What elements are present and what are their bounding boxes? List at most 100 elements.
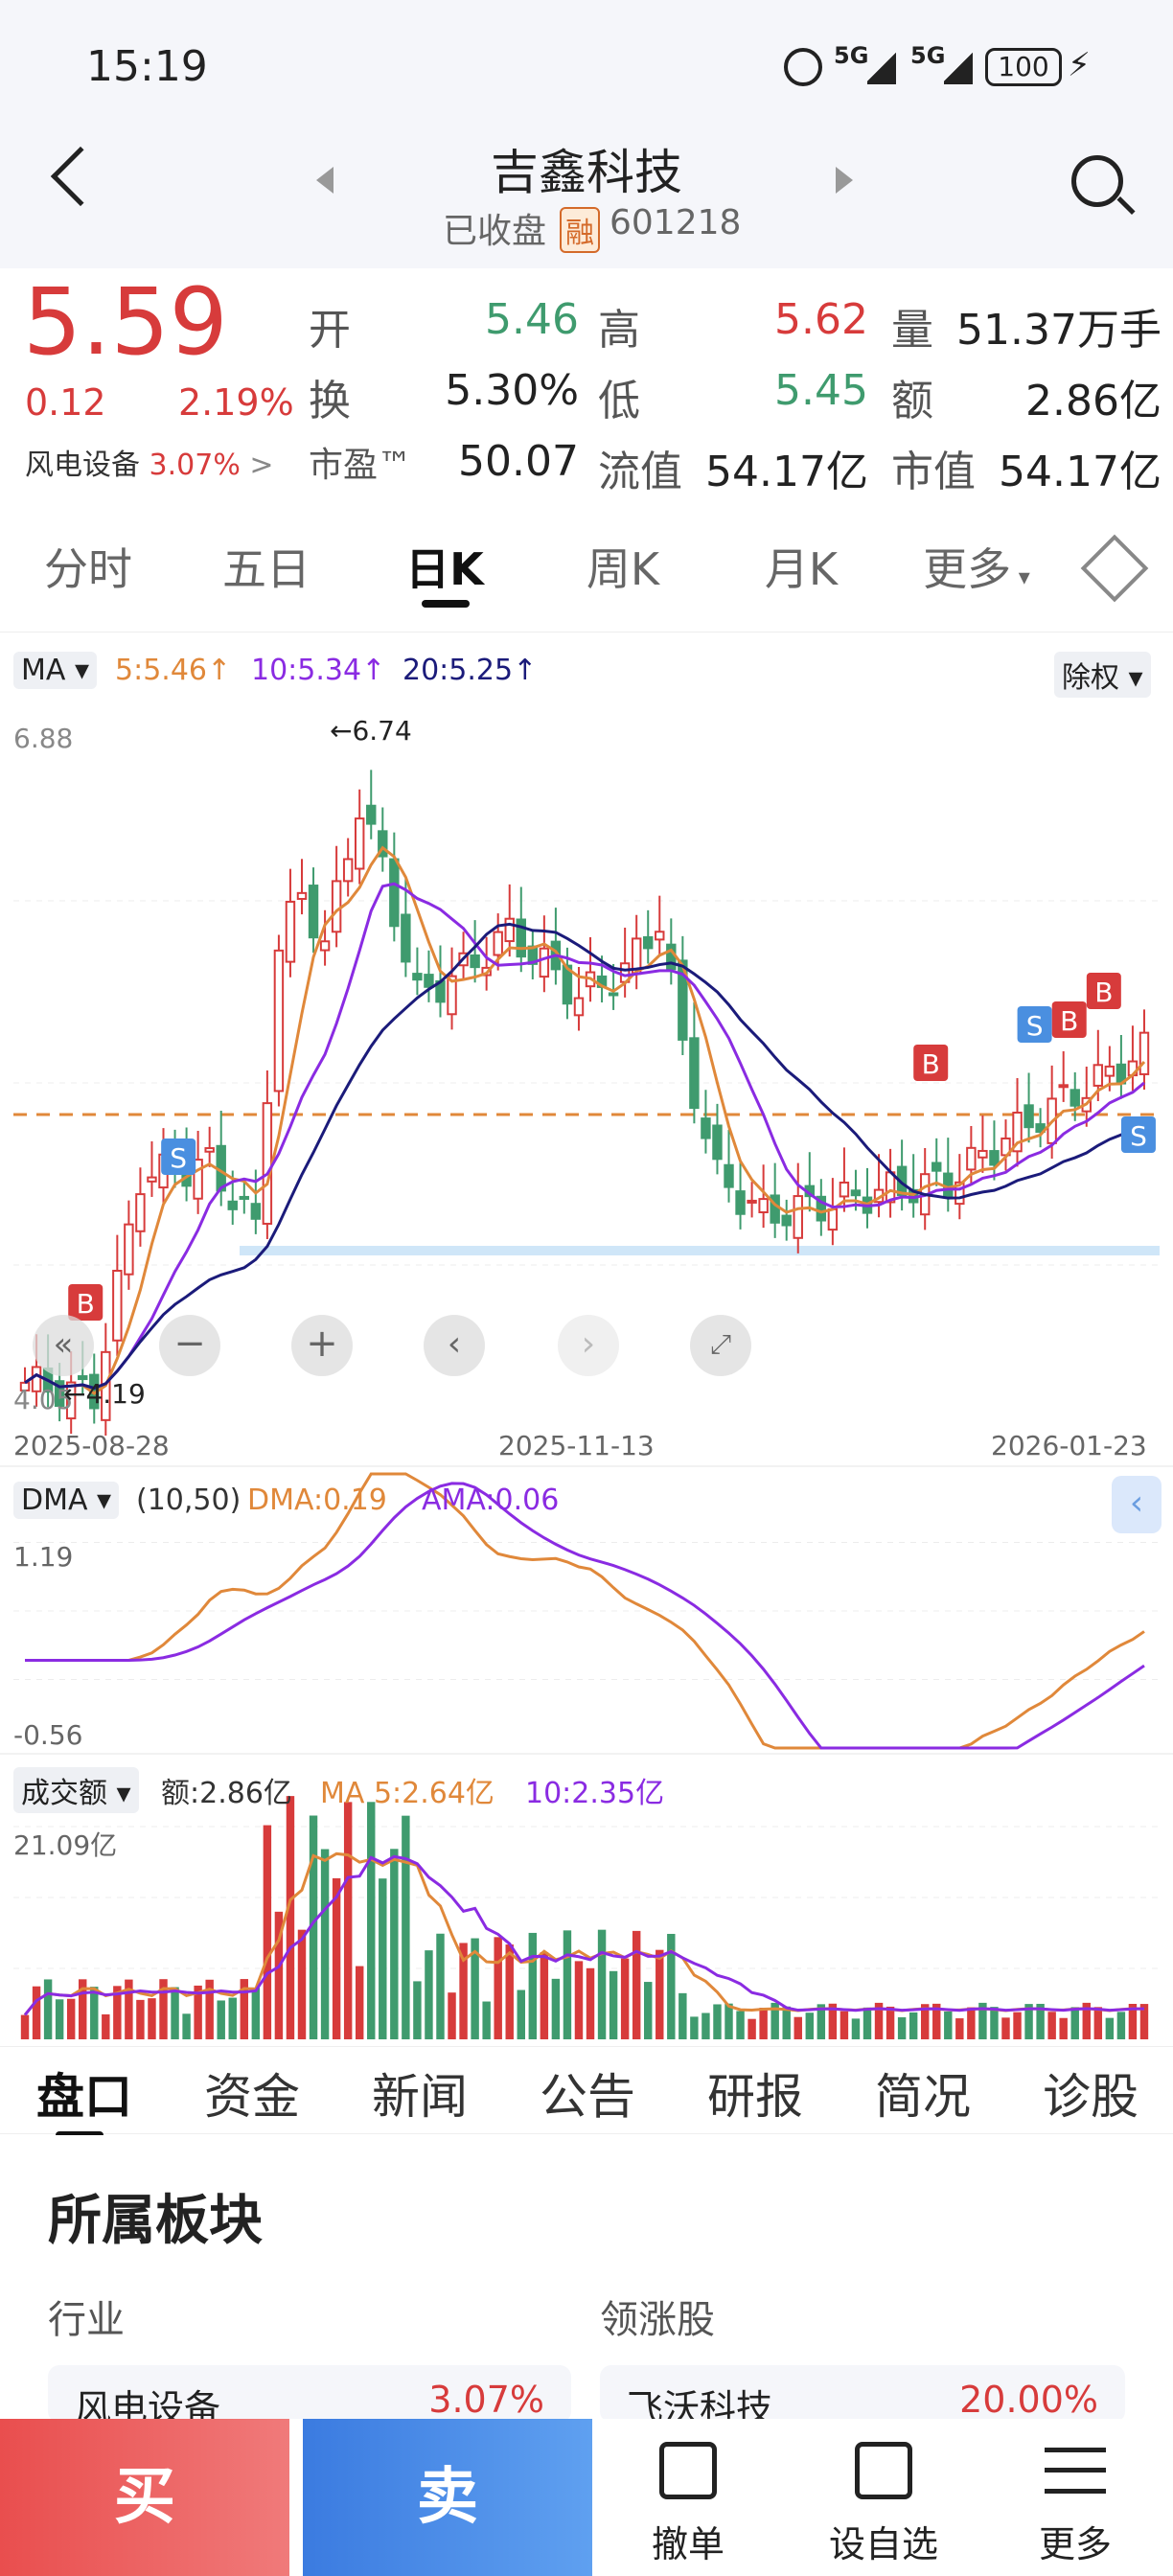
quote-value: 5.30% (445, 366, 579, 415)
tab-period[interactable]: 日K (387, 535, 502, 608)
signal-5g-label-2: 5G (910, 42, 946, 69)
tab-period[interactable]: 月K (744, 535, 859, 598)
volume-bar (355, 1966, 364, 2039)
ama-value: AMA:0.06 (422, 1484, 560, 1517)
next-stock-icon[interactable] (836, 167, 853, 194)
cancel-order-button[interactable]: 撤单 (610, 2419, 767, 2576)
industry-card[interactable]: 风电设备 3.07% (48, 2365, 571, 2429)
volume-bar (794, 2016, 802, 2039)
signal-icon (867, 50, 896, 84)
candle-body (147, 1176, 157, 1183)
volume-bar (897, 2017, 907, 2039)
quote-label: 低 (598, 377, 640, 426)
quote-value: 2.86亿 (1025, 377, 1162, 426)
candle-body (135, 1193, 146, 1232)
sector-link[interactable]: 风电设备 3.07% > (25, 441, 274, 483)
quote-label: 换 (309, 377, 351, 426)
dma-selector-label: DMA (21, 1484, 88, 1517)
info-tab[interactable]: 盘口 (36, 2058, 132, 2139)
ma-selector[interactable]: MA ▾ (13, 652, 98, 689)
volume-bar (425, 1950, 433, 2039)
scroll-left-button[interactable]: ‹ (424, 1315, 485, 1376)
price-change: 0.12 (25, 381, 106, 424)
more-button[interactable]: 更多 (997, 2419, 1154, 2576)
zoom-in-button[interactable]: + (291, 1315, 353, 1376)
info-tab[interactable]: 简况 (875, 2058, 971, 2128)
search-icon[interactable] (1071, 155, 1123, 207)
kline-chart-area[interactable]: BSBSBBS MA ▾ 5:5.46↑ 10:5.34↑ 20:5.25↑ 除… (0, 632, 1173, 2041)
volume-bar (43, 1979, 53, 2039)
adjust-selector[interactable]: 除权 ▾ (1054, 652, 1151, 698)
signal-marker-text: S (1130, 1120, 1147, 1152)
volume-bar (1013, 2012, 1022, 2039)
volume-bar (448, 1992, 456, 2039)
settings-icon[interactable] (1080, 534, 1149, 603)
volume-bar (690, 2016, 699, 2039)
dma-selector[interactable]: DMA ▾ (13, 1482, 120, 1519)
volume-bar (32, 1986, 41, 2039)
add-watchlist-button[interactable]: 设自选 (805, 2419, 962, 2576)
volume-bar (494, 1937, 502, 2039)
candle-body (262, 1102, 273, 1225)
volume-bar (563, 1930, 572, 2039)
edit-icon (855, 2442, 912, 2499)
sector-name: 风电设备 (25, 448, 140, 482)
info-tab[interactable]: 诊股 (1043, 2058, 1138, 2128)
sell-button[interactable]: 卖 (303, 2419, 592, 2576)
dma-params: (10,50) (136, 1484, 242, 1517)
trade-action-bar: 买 卖 撤单 设自选 更多 (0, 2419, 1173, 2576)
candle-body (401, 913, 411, 963)
period-tabs: 分时 五日 日K 周K 月K 更多 ▾ (0, 498, 1173, 632)
fullscreen-button[interactable]: ⤢ (690, 1315, 751, 1376)
chevron-right-icon: > (249, 448, 274, 482)
volume-bar (862, 2007, 872, 2039)
candle-body (701, 1117, 711, 1139)
candle-body (966, 1146, 977, 1171)
zoom-out-button[interactable]: − (159, 1315, 220, 1376)
adjust-label: 除权 (1062, 661, 1119, 695)
volume-ma-line-5 (23, 1852, 1145, 2016)
stock-header: 吉鑫科技 已收盘 融 601218 (0, 134, 1173, 268)
rewind-button[interactable]: « (33, 1315, 94, 1376)
tab-period[interactable]: 五日 (209, 535, 324, 598)
volume-bar (574, 1961, 584, 2039)
date-end: 2026-01-23 (991, 1430, 1147, 1461)
sector-pct: 3.07% (149, 448, 241, 482)
volume-bar (517, 1990, 525, 2039)
candle-body (342, 858, 354, 883)
volume-bar (90, 1987, 99, 2039)
high-marker: ←6.74 (330, 715, 412, 747)
candle-body (250, 1203, 262, 1220)
candle-body (424, 974, 434, 988)
volume-bar (1093, 2007, 1103, 2039)
menu-icon (1045, 2448, 1106, 2494)
tab-period[interactable]: 周K (565, 535, 680, 598)
scroll-right-button[interactable]: › (558, 1315, 619, 1376)
leader-pct: 20.00% (959, 2379, 1098, 2421)
signal-icon-2 (944, 50, 973, 84)
info-tab[interactable]: 新闻 (372, 2058, 468, 2128)
candle-body (689, 1037, 700, 1110)
candle-body (319, 940, 331, 952)
volume-bar (263, 1825, 272, 2039)
tab-period[interactable]: 更多 ▾ (905, 535, 1048, 598)
volume-bar (656, 1949, 664, 2039)
date-start: 2025-08-28 (13, 1430, 170, 1461)
volume-bar (297, 1929, 307, 2039)
signal-marker-text: B (922, 1048, 940, 1080)
candle-body (1058, 1084, 1069, 1089)
leader-card[interactable]: 飞沃科技 20.00% (600, 2365, 1125, 2429)
info-tab[interactable]: 研报 (707, 2058, 803, 2128)
volume-bar (540, 1952, 549, 2039)
last-price: 5.59 (23, 268, 228, 376)
info-tab[interactable]: 资金 (204, 2058, 300, 2128)
quote-panel: 5.59 0.12 2.19% 风电设备 3.07% > 开 5.46 高 5.62 量… (0, 268, 1173, 496)
info-tab[interactable]: 公告 (540, 2058, 635, 2128)
volume-selector[interactable]: 成交额 ▾ (13, 1767, 139, 1813)
volume-bar (748, 2018, 756, 2039)
buy-button[interactable]: 买 (0, 2419, 289, 2576)
quote-label: 市盈™ (309, 446, 413, 485)
collapse-panel-icon[interactable]: ‹ (1112, 1476, 1162, 1533)
tab-period[interactable]: 分时 (31, 535, 146, 598)
volume-bar (644, 1982, 653, 2039)
